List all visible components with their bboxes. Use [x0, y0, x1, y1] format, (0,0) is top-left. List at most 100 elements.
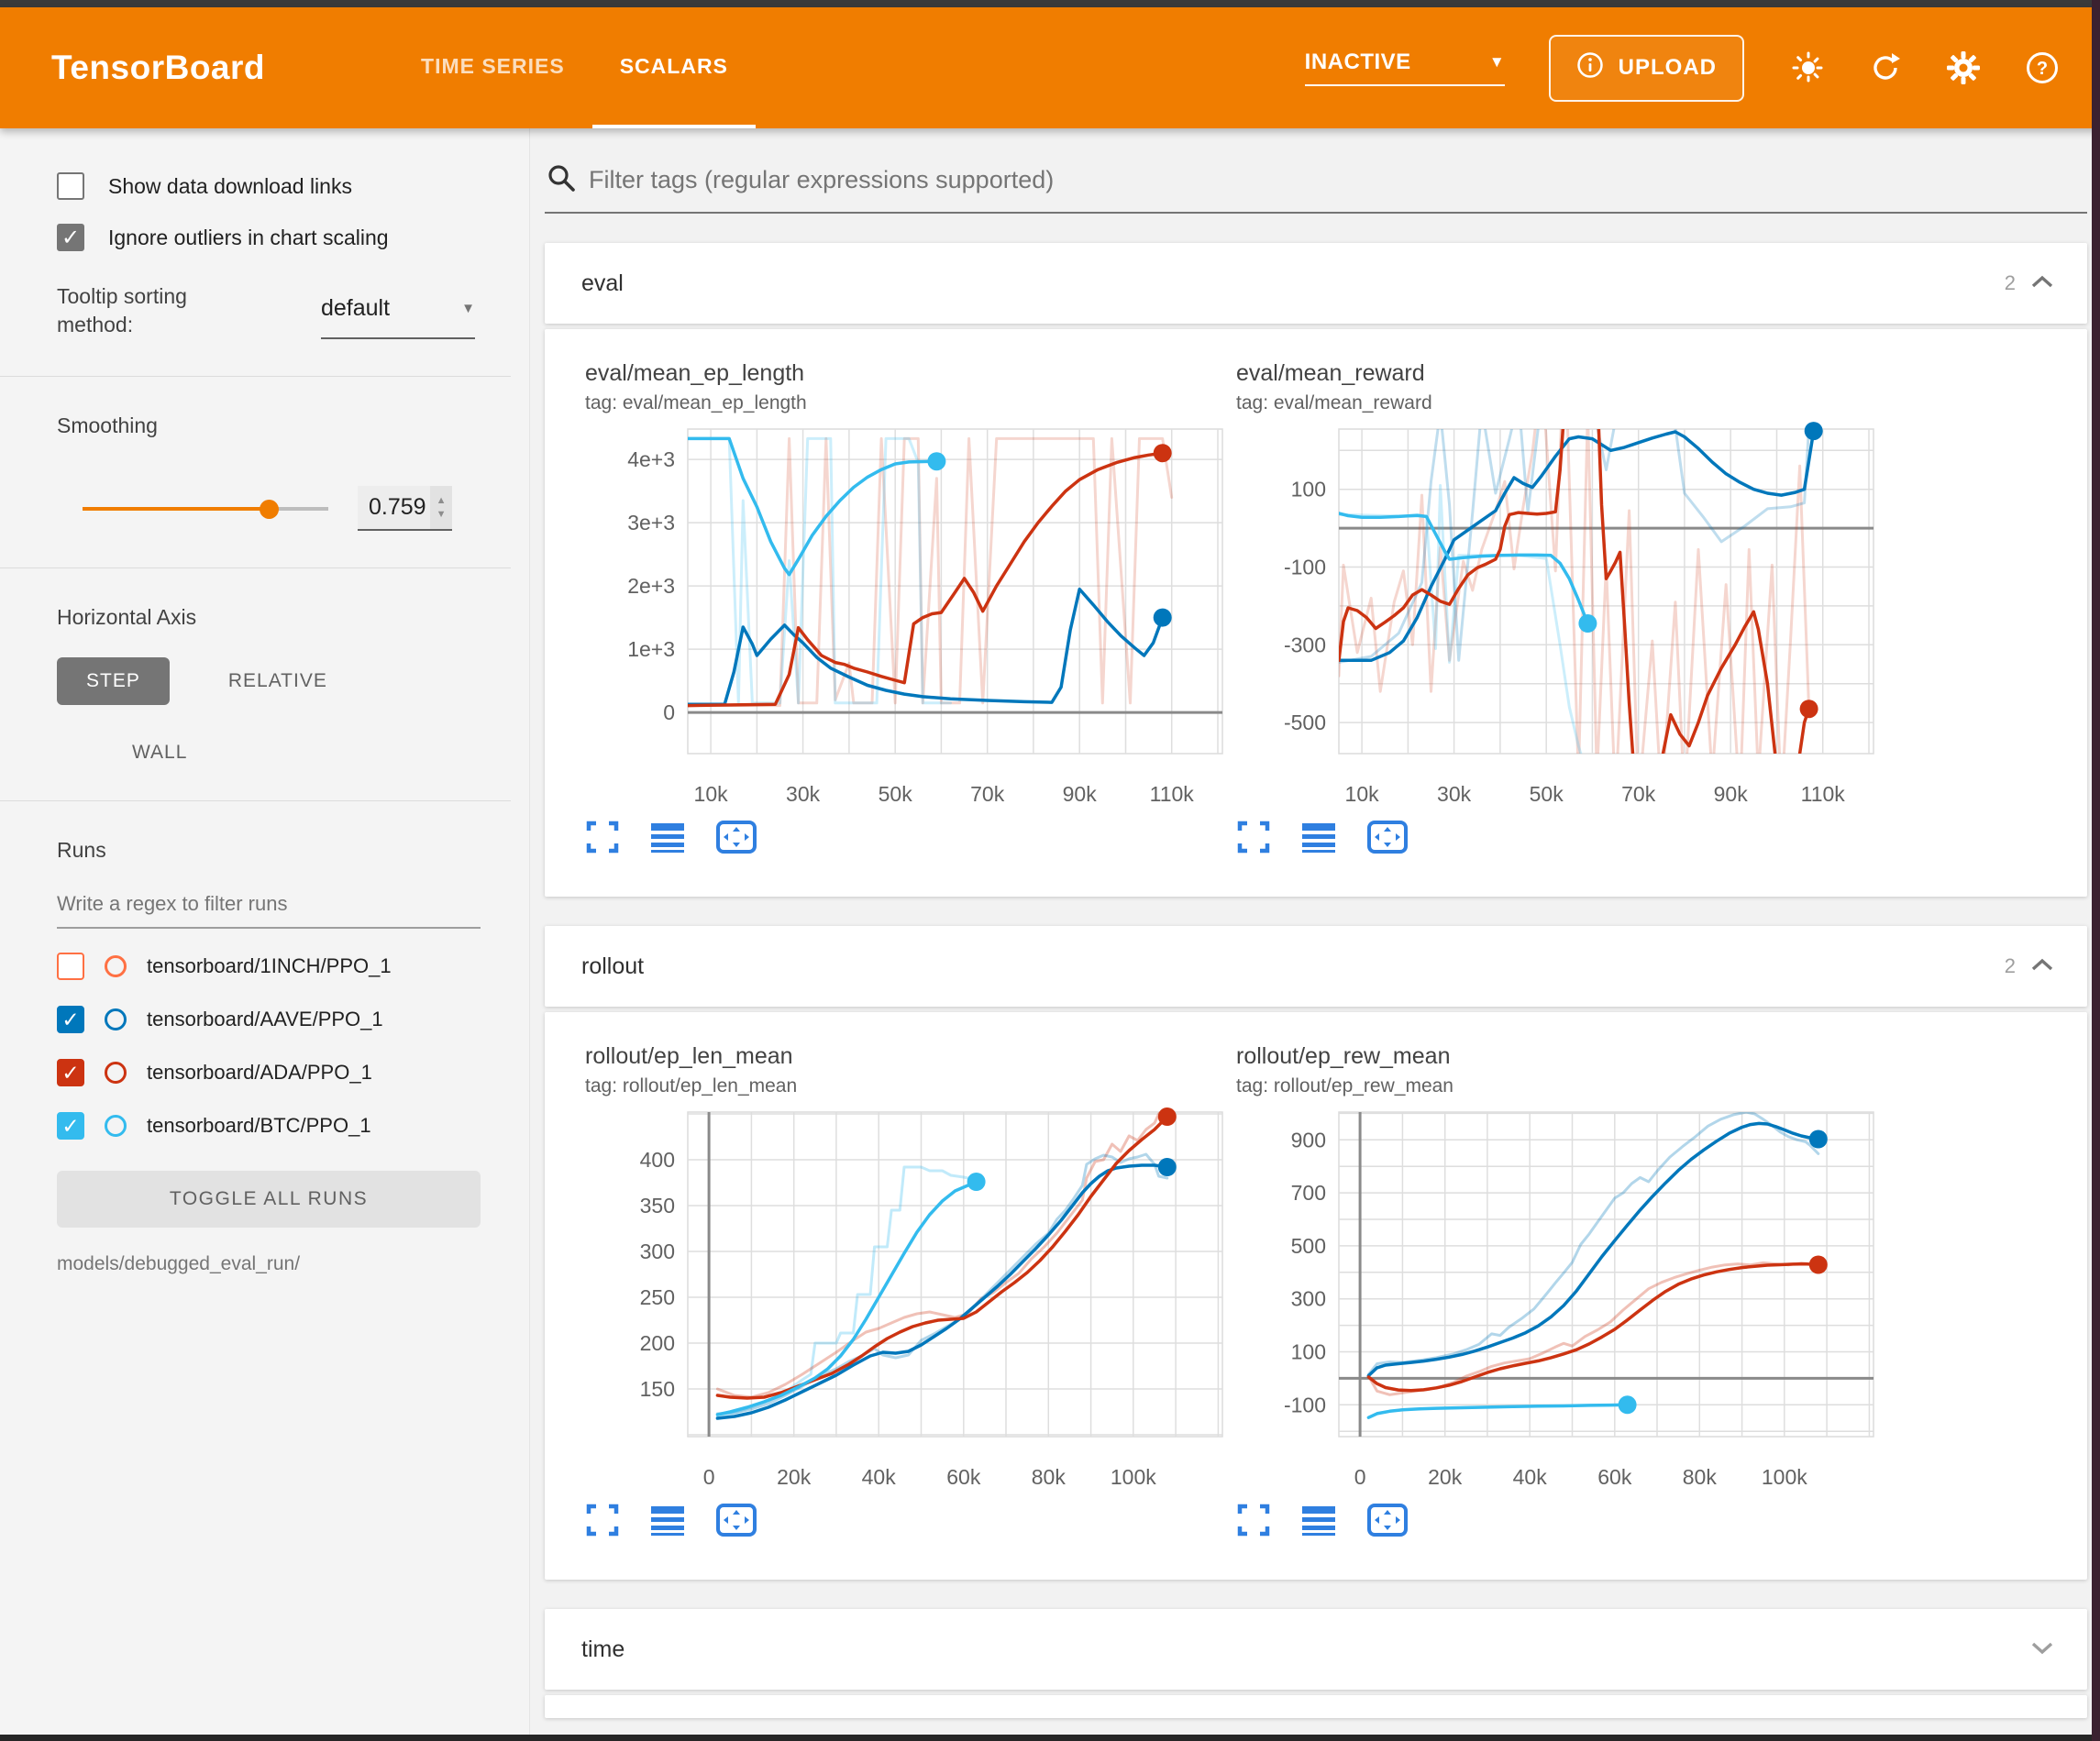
svg-text:150: 150	[640, 1377, 675, 1401]
axis-relative-button[interactable]: RELATIVE	[228, 670, 327, 692]
chevron-down-icon: ▼	[461, 301, 475, 316]
chart-plot-area[interactable]: 020k40k60k80k100k150200250300350400	[585, 1105, 1233, 1490]
data-table-icon[interactable]	[649, 820, 686, 854]
run-color-ring-icon[interactable]	[105, 1062, 127, 1084]
refresh-icon[interactable]	[1869, 51, 1902, 84]
data-table-icon[interactable]	[1300, 820, 1337, 854]
svg-text:-300: -300	[1284, 633, 1326, 656]
svg-text:3e+3: 3e+3	[627, 511, 675, 534]
tooltip-sorting-row: Tooltip sorting method: default ▼	[57, 282, 483, 339]
chevron-up-icon[interactable]	[2030, 957, 2054, 976]
section-count-badge: 2	[2005, 271, 2016, 295]
runs-filter-input[interactable]	[57, 887, 481, 929]
svg-text:60k: 60k	[1597, 1465, 1632, 1489]
show-download-links-checkbox[interactable]	[57, 172, 84, 200]
chevron-up-icon[interactable]	[2030, 274, 2054, 293]
svg-text:0: 0	[663, 700, 675, 724]
upload-button[interactable]: UPLOAD	[1549, 35, 1744, 102]
run-checkbox[interactable]: ✓	[57, 1059, 84, 1086]
run-row-ada[interactable]: ✓ tensorboard/ADA/PPO_1	[57, 1059, 483, 1086]
svg-text:0: 0	[703, 1465, 715, 1489]
section-content-eval: eval/mean_ep_length tag: eval/mean_ep_le…	[545, 329, 2087, 897]
svg-text:40k: 40k	[1513, 1465, 1548, 1489]
run-row-1inch[interactable]: tensorboard/1INCH/PPO_1	[57, 953, 483, 980]
chart-plot-area[interactable]: 10k30k50k70k90k110k100-100-300-500	[1236, 422, 1884, 807]
chart-tag: tag: eval/mean_ep_length	[585, 392, 1196, 414]
axis-step-button[interactable]: STEP	[57, 657, 170, 705]
chart-plot-area[interactable]: 020k40k60k80k100k-100100300500700900	[1236, 1105, 1884, 1490]
fit-domain-icon[interactable]	[1366, 820, 1409, 854]
chart-plot-area[interactable]: 10k30k50k70k90k110k01e+32e+33e+34e+3	[585, 422, 1233, 807]
smoothing-slider[interactable]	[83, 500, 328, 518]
fit-domain-icon[interactable]	[715, 820, 757, 854]
run-row-btc[interactable]: ✓ tensorboard/BTC/PPO_1	[57, 1112, 483, 1140]
run-checkbox[interactable]	[57, 953, 84, 980]
window-bottom-edge	[0, 1735, 2100, 1741]
show-download-links-label: Show data download links	[108, 174, 352, 199]
svg-text:90k: 90k	[1714, 782, 1749, 806]
ignore-outliers-row[interactable]: Ignore outliers in chart scaling	[57, 224, 483, 251]
svg-text:500: 500	[1291, 1234, 1326, 1258]
status-dropdown-value: INACTIVE	[1305, 50, 1411, 75]
show-download-links-row[interactable]: Show data download links	[57, 172, 483, 200]
header-icon-group: ?	[1792, 50, 2060, 85]
run-color-ring-icon[interactable]	[105, 1115, 127, 1137]
chart-tag: tag: rollout/ep_rew_mean	[1236, 1075, 1847, 1097]
chart-eval-mean-reward: eval/mean_reward tag: eval/mean_reward 1…	[1196, 360, 1847, 854]
data-table-icon[interactable]	[1300, 1503, 1337, 1537]
smoothing-control: 0.759 ▲▼	[57, 486, 483, 531]
svg-text:300: 300	[640, 1240, 675, 1263]
svg-text:700: 700	[1291, 1181, 1326, 1205]
tooltip-sorting-select[interactable]: default ▼	[321, 288, 475, 339]
run-color-ring-icon[interactable]	[105, 1008, 127, 1030]
ignore-outliers-checkbox[interactable]	[57, 224, 84, 251]
svg-text:30k: 30k	[786, 782, 821, 806]
smoothing-value-input[interactable]: 0.759 ▲▼	[358, 486, 452, 531]
run-checkbox[interactable]: ✓	[57, 1006, 84, 1033]
tag-filter-input[interactable]	[589, 166, 2085, 194]
next-section-partial-card	[545, 1695, 2087, 1718]
svg-text:0: 0	[1354, 1465, 1366, 1489]
fullscreen-icon[interactable]	[585, 1503, 620, 1537]
svg-text:20k: 20k	[777, 1465, 812, 1489]
help-icon[interactable]: ?	[2025, 50, 2060, 85]
stepper-up-icon[interactable]: ▲	[437, 496, 447, 506]
section-header-rollout[interactable]: rollout 2	[545, 926, 2087, 1007]
svg-text:2e+3: 2e+3	[627, 574, 675, 598]
section-header-eval[interactable]: eval 2	[545, 243, 2087, 324]
svg-text:40k: 40k	[862, 1465, 897, 1489]
svg-text:100: 100	[1291, 1340, 1326, 1364]
svg-text:250: 250	[640, 1285, 675, 1309]
run-checkbox[interactable]: ✓	[57, 1112, 84, 1140]
chart-title: rollout/ep_len_mean	[585, 1043, 1196, 1070]
axis-wall-button[interactable]: WALL	[132, 742, 187, 763]
ignore-outliers-label: Ignore outliers in chart scaling	[108, 226, 389, 250]
run-label: tensorboard/1INCH/PPO_1	[147, 954, 392, 978]
app-title: TensorBoard	[51, 49, 265, 87]
toggle-all-runs-button[interactable]: TOGGLE ALL RUNS	[57, 1171, 481, 1228]
svg-text:50k: 50k	[879, 782, 913, 806]
tab-time-series[interactable]: TIME SERIES	[393, 7, 592, 128]
data-table-icon[interactable]	[649, 1503, 686, 1537]
chevron-down-icon[interactable]	[2030, 1640, 2054, 1659]
section-header-time[interactable]: time	[545, 1609, 2087, 1690]
brightness-icon[interactable]	[1792, 51, 1825, 84]
number-stepper[interactable]: ▲▼	[430, 486, 453, 529]
fullscreen-icon[interactable]	[1236, 1503, 1271, 1537]
tag-filter-bar	[545, 156, 2087, 214]
fullscreen-icon[interactable]	[585, 820, 620, 854]
fullscreen-icon[interactable]	[1236, 820, 1271, 854]
fit-domain-icon[interactable]	[1366, 1503, 1409, 1537]
stepper-down-icon[interactable]: ▼	[437, 510, 447, 520]
run-row-aave[interactable]: ✓ tensorboard/AAVE/PPO_1	[57, 1006, 483, 1033]
svg-text:4e+3: 4e+3	[627, 447, 675, 471]
run-label: tensorboard/BTC/PPO_1	[147, 1114, 371, 1138]
settings-gear-icon[interactable]	[1946, 50, 1981, 85]
slider-thumb[interactable]	[260, 500, 279, 519]
run-color-ring-icon[interactable]	[105, 955, 127, 977]
fit-domain-icon[interactable]	[715, 1503, 757, 1537]
svg-text:-100: -100	[1284, 1393, 1326, 1416]
svg-text:70k: 70k	[970, 782, 1005, 806]
tab-scalars[interactable]: SCALARS	[592, 7, 756, 128]
status-dropdown[interactable]: INACTIVE ▼	[1305, 50, 1505, 86]
